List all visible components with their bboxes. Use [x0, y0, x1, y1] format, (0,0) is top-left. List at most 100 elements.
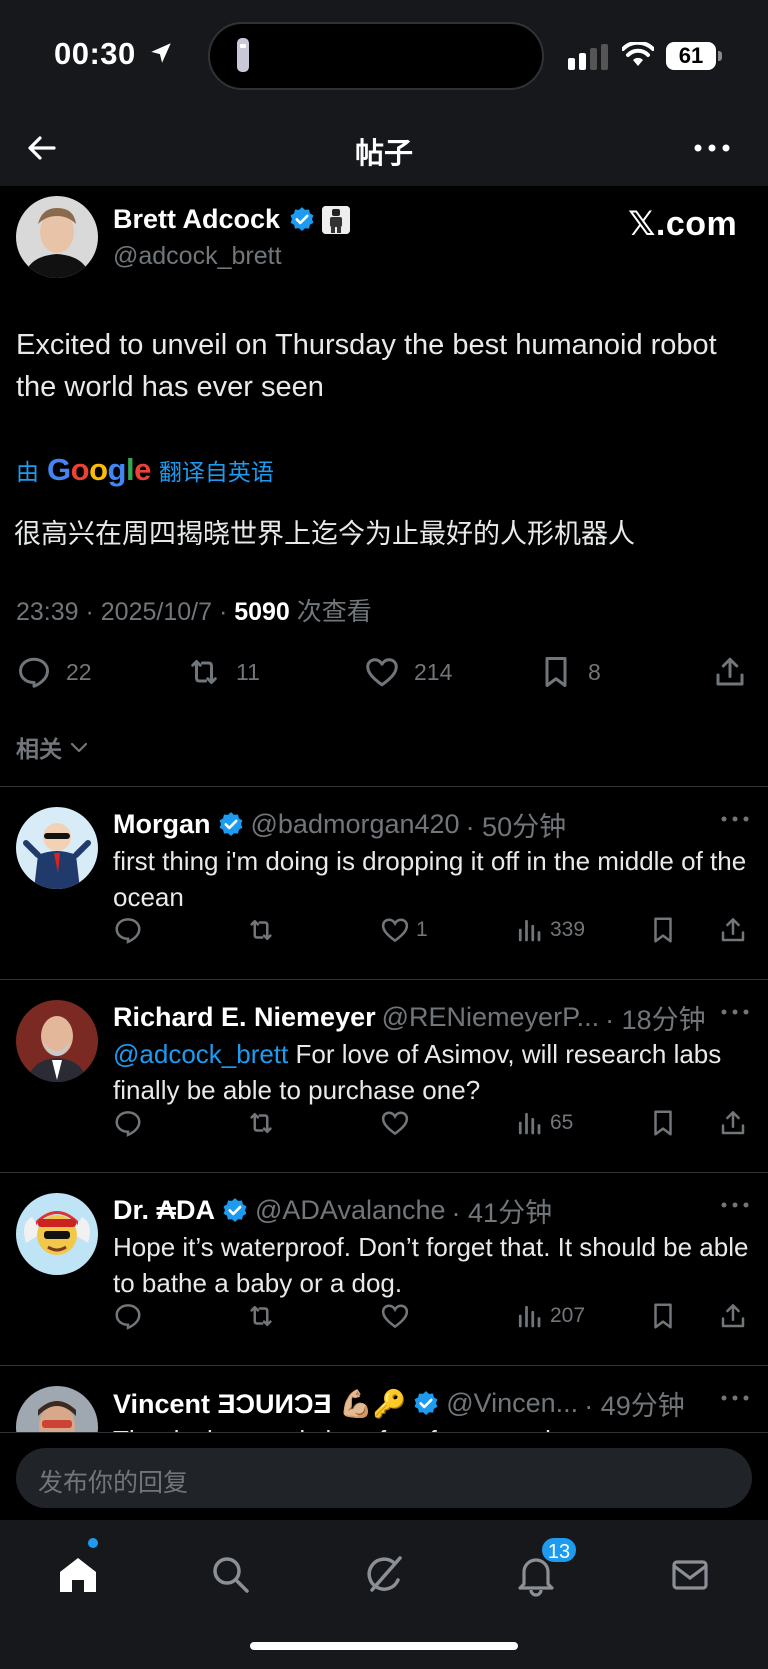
reply-icon [115, 1304, 141, 1330]
author-handle[interactable]: @adcock_brett [113, 242, 282, 271]
repost-button[interactable]: 11 [186, 652, 260, 692]
reply-text: first thing i'm doing is dropping it off… [113, 846, 747, 912]
reply-item[interactable]: Vincent ƎƆUИƆƎ 💪🏼🔑 @Vincen... · 49分钟 The… [0, 1366, 768, 1432]
view-count-label: 次查看 [289, 598, 372, 626]
x-com-logo: 𝕏.com [628, 205, 738, 243]
home-unread-dot [88, 1538, 98, 1548]
analytics-icon [518, 1305, 541, 1328]
reply-views-button[interactable]: 339 [514, 913, 585, 947]
reply-author-name[interactable]: Dr. ₳DA [113, 1195, 215, 1226]
reply-reply-button[interactable] [113, 913, 143, 947]
reply-share-button[interactable] [718, 1299, 748, 1333]
dynamic-island [208, 22, 544, 90]
repost-icon [191, 660, 217, 684]
reply-view-count: 339 [550, 918, 586, 941]
analytics-icon [518, 1112, 541, 1135]
reply-header: Vincent ƎƆUИƆƎ 💪🏼🔑 @Vincen... · 49分钟 [113, 1384, 713, 1423]
notifications-badge: 13 [540, 1536, 578, 1564]
reply-author-handle[interactable]: @Vincen... [446, 1388, 578, 1419]
reply-item[interactable]: Richard E. Niemeyer @RENiemeyerP... · 18… [0, 980, 768, 1173]
author-name[interactable]: Brett Adcock [113, 204, 280, 235]
view-count[interactable]: 5090 [234, 598, 290, 626]
verified-badge-icon [290, 207, 314, 231]
battery-tip [718, 51, 722, 61]
share-icon [721, 1111, 745, 1135]
reply-reply-button[interactable] [113, 1106, 143, 1140]
reply-button[interactable]: 22 [16, 652, 92, 692]
repost-icon [250, 920, 272, 940]
reply-repost-button[interactable] [246, 913, 276, 947]
reply-author-handle[interactable]: @RENiemeyerP... [382, 1002, 599, 1033]
search-icon [213, 1557, 249, 1593]
tab-grok[interactable] [360, 1550, 408, 1598]
related-dropdown[interactable]: 相关 [16, 730, 90, 764]
battery-level: 61 [666, 42, 716, 70]
reply-like-button[interactable]: 1 [380, 913, 428, 947]
flashlight-icon [237, 38, 249, 72]
heart-icon [381, 918, 409, 943]
affiliation-badge-icon[interactable] [322, 206, 350, 234]
reply-view-count: 207 [550, 1304, 586, 1327]
mail-icon [672, 1560, 708, 1590]
reply-bookmark-button[interactable] [648, 1106, 678, 1140]
bookmark-button[interactable]: 8 [538, 652, 601, 692]
more-options-icon[interactable] [692, 134, 732, 162]
reply-input-placeholder: 发布你的回复 [38, 1469, 189, 1497]
reply-author-handle[interactable]: @ADAvalanche [255, 1195, 446, 1226]
reply-like-button[interactable] [380, 1299, 416, 1333]
mention-link[interactable]: @adcock_brett [113, 1039, 288, 1069]
reply-input[interactable]: 发布你的回复 [16, 1448, 752, 1508]
tab-search[interactable] [206, 1550, 254, 1598]
reply-views-button[interactable]: 65 [514, 1106, 573, 1140]
reply-like-count: 1 [416, 918, 428, 941]
status-bar: 00:30 61 [0, 0, 768, 110]
reply-author-name[interactable]: Richard E. Niemeyer [113, 1002, 376, 1033]
reply-reply-button[interactable] [113, 1299, 143, 1333]
reply-author-handle[interactable]: @badmorgan420 [251, 809, 460, 840]
reply-item[interactable]: Dr. ₳DA @ADAvalanche · 41分钟 Hope it’s wa… [0, 1173, 768, 1366]
home-indicator [250, 1642, 518, 1650]
home-icon [60, 1558, 96, 1592]
repost-icon [250, 1113, 272, 1133]
top-nav-bar: 帖子 [0, 110, 768, 186]
reply-share-button[interactable] [718, 913, 748, 947]
translation-attribution[interactable]: 由 Google 翻译自英语 [16, 452, 274, 488]
reply-repost-button[interactable] [246, 1299, 276, 1333]
reply-more-icon[interactable] [720, 1195, 750, 1215]
reply-share-button[interactable] [718, 1106, 748, 1140]
wifi-icon [622, 42, 654, 66]
translated-post-text: 很高兴在周四揭晓世界上迄今为止最好的人形机器人 [14, 519, 635, 549]
reply-more-icon[interactable] [720, 809, 750, 829]
reply-views-button[interactable]: 207 [514, 1299, 585, 1333]
reply-avatar[interactable] [16, 807, 98, 889]
reply-item[interactable]: Morgan @badmorgan420 · 50分钟 first thing … [0, 787, 768, 980]
reply-like-button[interactable] [380, 1106, 416, 1140]
reply-avatar[interactable] [16, 1193, 98, 1275]
reply-avatar[interactable] [16, 1000, 98, 1082]
reply-text: Hope it’s waterproof. Don’t forget that.… [113, 1232, 749, 1298]
tab-home[interactable] [54, 1550, 102, 1598]
share-button[interactable] [712, 652, 748, 692]
author-avatar[interactable] [16, 196, 98, 278]
share-icon [721, 918, 745, 942]
reply-author-name[interactable]: Morgan [113, 809, 211, 840]
reply-more-icon[interactable] [720, 1388, 750, 1408]
bookmark-count: 8 [588, 658, 601, 685]
reply-bookmark-button[interactable] [648, 913, 678, 947]
reply-more-icon[interactable] [720, 1002, 750, 1022]
reply-author-name[interactable]: Vincent ƎƆUИƆƎ 💪🏼🔑 [113, 1388, 406, 1420]
reply-repost-button[interactable] [246, 1106, 276, 1140]
bookmark-icon [654, 1303, 672, 1329]
tab-messages[interactable] [666, 1550, 714, 1598]
post-action-bar: 22 11 214 8 [0, 652, 768, 692]
like-button[interactable]: 214 [364, 652, 452, 692]
reply-icon [115, 918, 141, 944]
translate-prefix: 由 [16, 459, 39, 485]
heart-icon [366, 658, 398, 687]
reply-action-bar: 207 [0, 1299, 768, 1333]
reply-bookmark-button[interactable] [648, 1299, 678, 1333]
battery-indicator: 61 [666, 42, 722, 70]
verified-badge-icon [414, 1390, 438, 1415]
reply-avatar[interactable] [16, 1386, 98, 1432]
bookmark-icon [654, 917, 672, 943]
